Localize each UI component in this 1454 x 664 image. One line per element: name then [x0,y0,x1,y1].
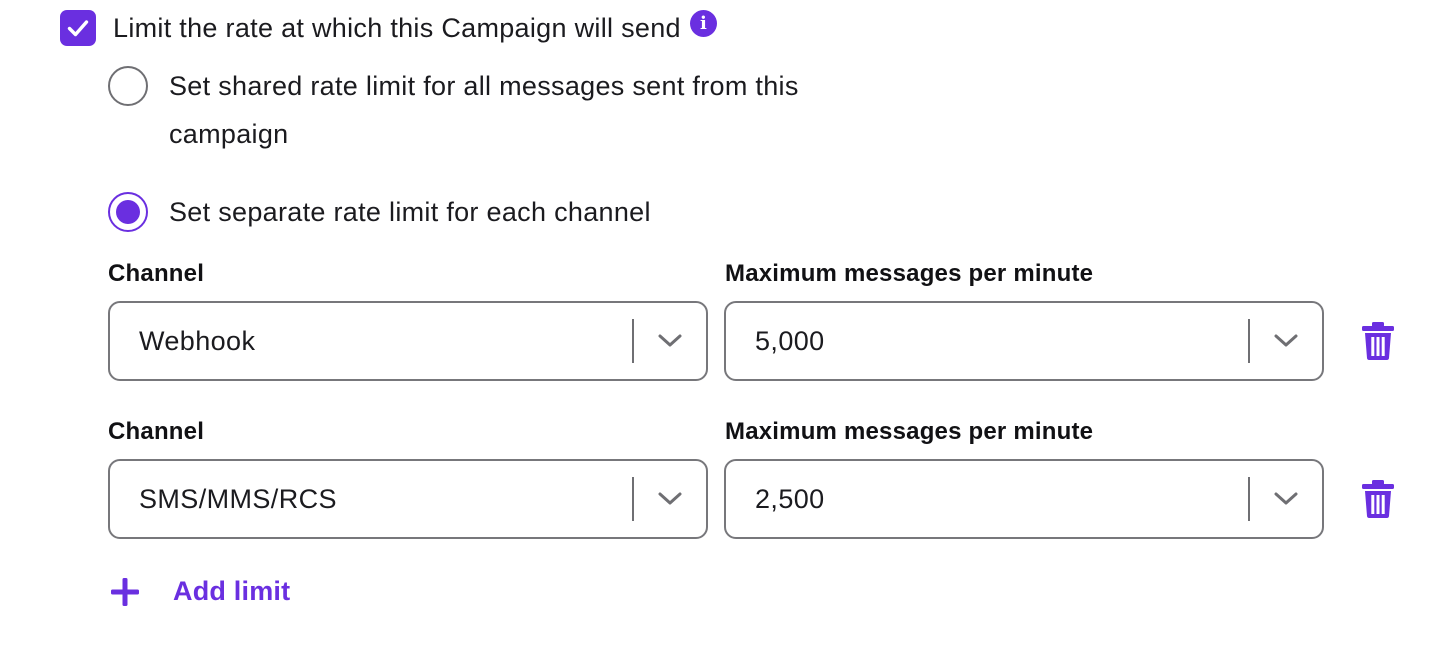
max-messages-select[interactable]: 5,000 [724,301,1324,381]
checkmark-icon [67,20,89,37]
channel-label: Channel [108,260,205,287]
chevron-down-icon[interactable] [1250,461,1322,537]
max-messages-label: Maximum messages per minute [725,260,1094,287]
radio-separate[interactable] [108,192,148,232]
rate-limit-checkbox[interactable] [60,10,96,46]
chevron-down-icon[interactable] [634,303,706,379]
chevron-down-icon[interactable] [634,461,706,537]
info-icon[interactable]: i [689,9,717,37]
rate-limit-checkbox-row[interactable]: Limit the rate at which this Campaign wi… [60,9,717,46]
radio-option-separate[interactable]: Set separate rate limit for each channel [108,192,651,236]
trash-icon[interactable] [1358,321,1398,361]
max-messages-label: Maximum messages per minute [725,418,1094,445]
channel-select-value: Webhook [139,325,256,356]
rate-limit-label: Limit the rate at which this Campaign wi… [113,12,681,43]
trash-icon[interactable] [1358,479,1398,519]
channel-select[interactable]: SMS/MMS/RCS [108,459,708,539]
add-limit-button[interactable]: Add limit [110,576,290,607]
radio-shared[interactable] [108,66,148,106]
plus-icon [111,577,139,606]
radio-selected-dot [116,200,140,224]
channel-select-value: SMS/MMS/RCS [139,483,337,514]
max-messages-select[interactable]: 2,500 [724,459,1324,539]
max-messages-select-value: 2,500 [755,483,825,514]
channel-select[interactable]: Webhook [108,301,708,381]
chevron-down-icon[interactable] [1250,303,1322,379]
max-messages-select-value: 5,000 [755,325,825,356]
radio-shared-label: Set shared rate limit for all messages s… [169,71,799,149]
radio-option-shared[interactable]: Set shared rate limit for all messages s… [108,66,869,158]
radio-separate-label: Set separate rate limit for each channel [169,197,651,227]
add-limit-label: Add limit [173,576,291,606]
channel-label: Channel [108,418,205,445]
